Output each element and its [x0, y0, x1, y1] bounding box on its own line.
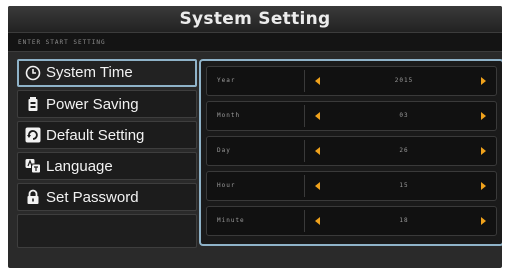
setting-row-hour[interactable]: Hour 15 [206, 171, 497, 201]
page-subtitle: ENTER START SETTING [8, 32, 502, 52]
setting-row-minute[interactable]: Minute 18 [206, 206, 497, 236]
setting-value: 2015 [394, 77, 414, 84]
setting-row-day[interactable]: Day 26 [206, 136, 497, 166]
arrow-right-icon[interactable] [481, 217, 486, 225]
reset-icon [25, 127, 41, 143]
clock-icon [25, 65, 41, 81]
battery-icon [25, 96, 41, 112]
arrow-right-icon[interactable] [481, 112, 486, 120]
arrow-left-icon[interactable] [315, 217, 320, 225]
arrow-right-icon[interactable] [481, 77, 486, 85]
setting-row-month[interactable]: Month 03 [206, 101, 497, 131]
menu-item-label: System Time [46, 64, 133, 81]
arrow-left-icon[interactable] [315, 112, 320, 120]
setting-label: Hour [217, 182, 236, 189]
menu-item-empty [17, 214, 197, 248]
arrow-left-icon[interactable] [315, 77, 320, 85]
row-divider [304, 70, 305, 92]
menu-item-label: Default Setting [46, 127, 145, 144]
menu-item-default-setting[interactable]: Default Setting [17, 121, 197, 149]
translate-icon [25, 158, 41, 174]
time-settings-panel: Year 2015 Month 03 Day 26 Hour 15 Minute… [199, 59, 502, 246]
setting-value: 15 [399, 182, 409, 189]
row-divider [304, 140, 305, 162]
menu-item-system-time[interactable]: System Time [17, 59, 197, 87]
row-divider [304, 105, 305, 127]
menu-item-power-saving[interactable]: Power Saving [17, 90, 197, 118]
setting-value: 03 [399, 112, 409, 119]
settings-menu: System Time Power Saving Default Setting… [17, 59, 197, 251]
row-divider [304, 210, 305, 232]
settings-screen: System Setting ENTER START SETTING Syste… [8, 6, 502, 268]
menu-item-label: Power Saving [46, 96, 139, 113]
menu-item-label: Set Password [46, 189, 139, 206]
setting-label: Month [217, 112, 241, 119]
setting-label: Year [217, 77, 236, 84]
page-title: System Setting [8, 6, 502, 32]
menu-item-label: Language [46, 158, 113, 175]
lock-icon [25, 189, 41, 205]
setting-value: 18 [399, 217, 409, 224]
row-divider [304, 175, 305, 197]
arrow-right-icon[interactable] [481, 147, 486, 155]
setting-row-year[interactable]: Year 2015 [206, 66, 497, 96]
setting-label: Minute [217, 217, 245, 224]
arrow-right-icon[interactable] [481, 182, 486, 190]
setting-label: Day [217, 147, 231, 154]
arrow-left-icon[interactable] [315, 147, 320, 155]
menu-item-set-password[interactable]: Set Password [17, 183, 197, 211]
arrow-left-icon[interactable] [315, 182, 320, 190]
menu-item-language[interactable]: Language [17, 152, 197, 180]
setting-value: 26 [399, 147, 409, 154]
